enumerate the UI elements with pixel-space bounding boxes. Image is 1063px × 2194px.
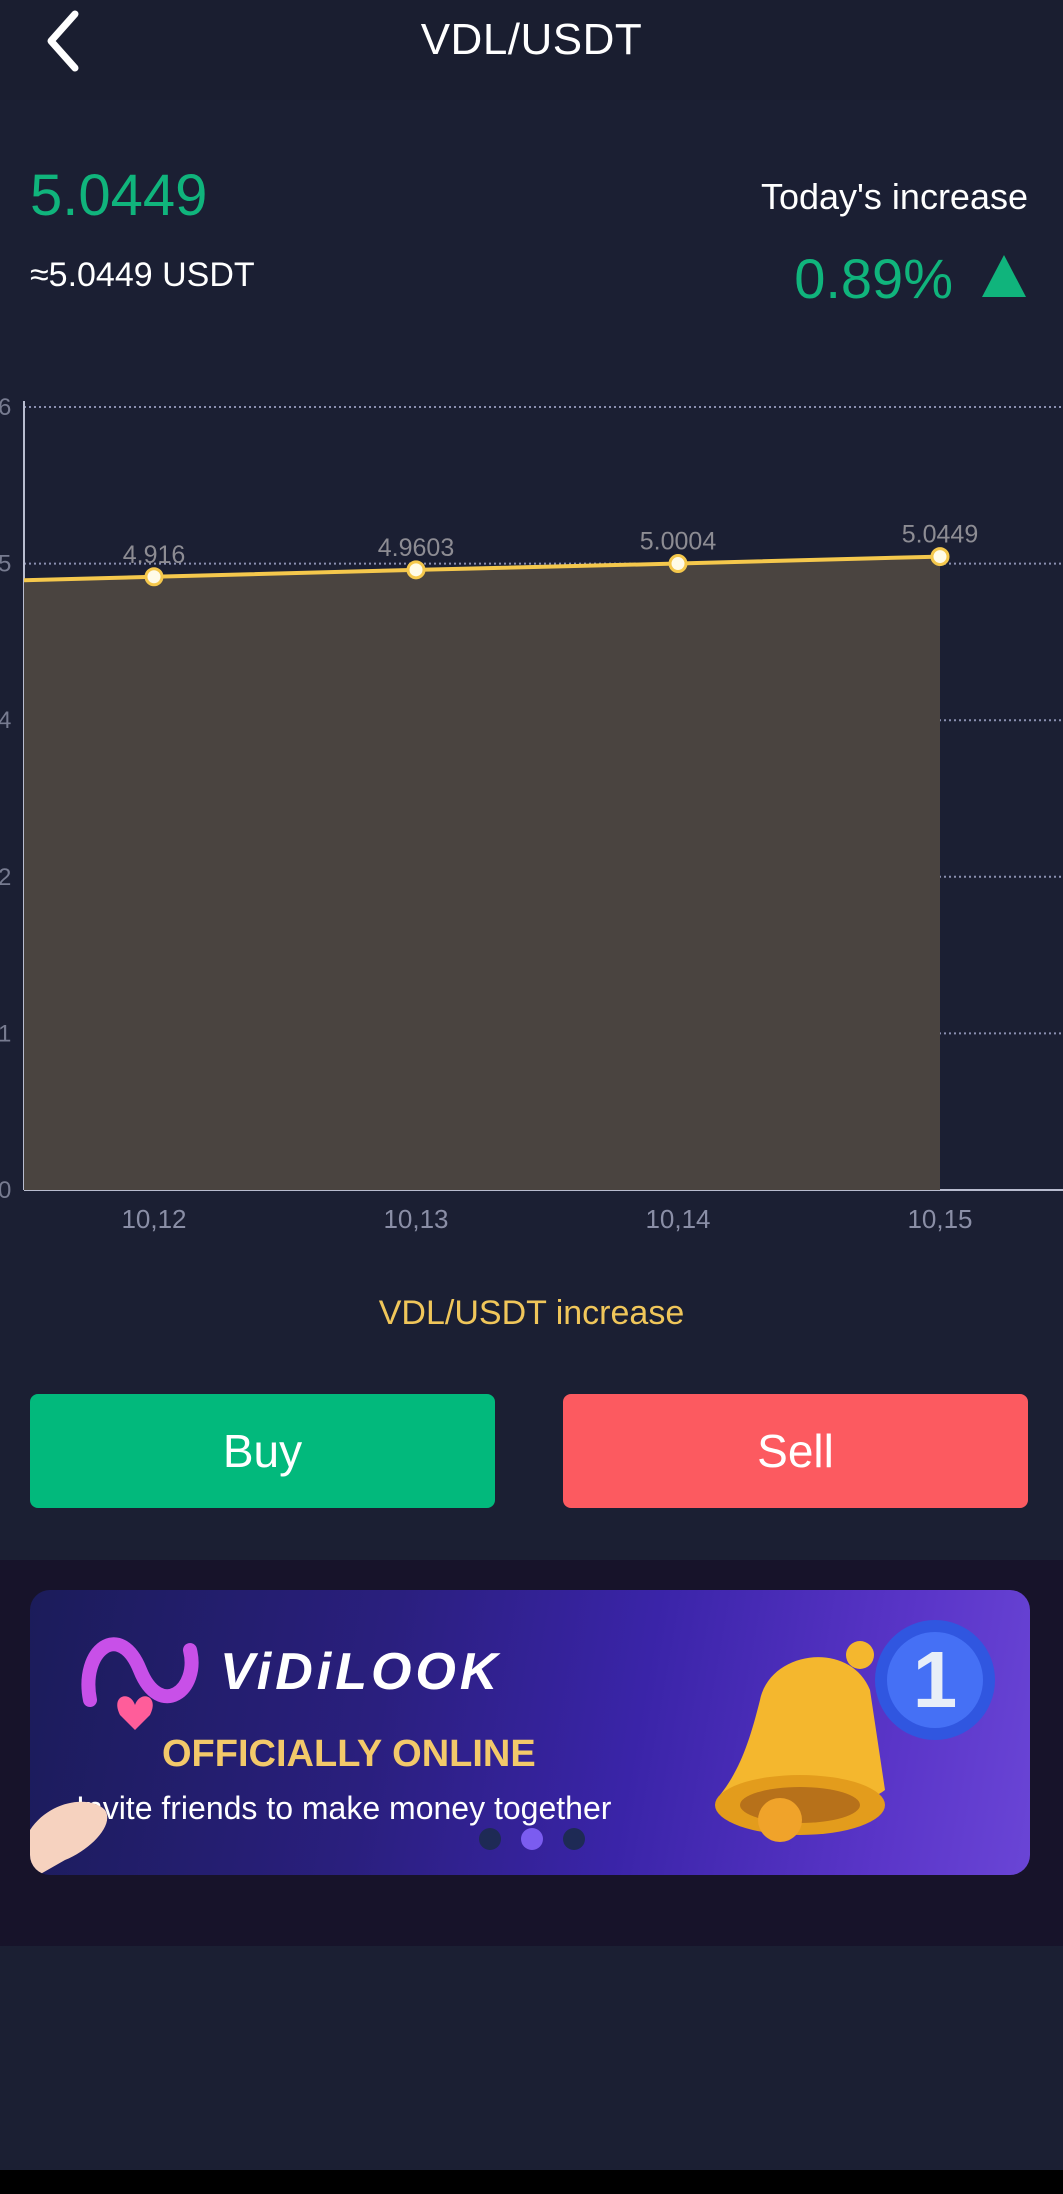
- pagination-dot[interactable]: [562, 1828, 585, 1850]
- svg-text:1: 1: [913, 1635, 958, 1724]
- data-point: [668, 554, 688, 574]
- chart-svg: 0 1 2 4 5 6 4.916 10,12 4.9603 10,13 5.0004 10,14 5.…: [0, 394, 1063, 1234]
- x-tick-label: 10,14: [645, 1204, 710, 1234]
- data-label: 4.9603: [378, 534, 454, 562]
- page-title: VDL/USDT: [420, 15, 643, 64]
- y-tick-label: 2: [0, 864, 11, 891]
- x-tick-label: 10,13: [383, 1204, 448, 1234]
- back-button[interactable]: [38, 6, 88, 76]
- y-tick-label: 1: [0, 1020, 11, 1047]
- banner-subtitle: Invite friends to make money together: [76, 1790, 612, 1826]
- y-tick-label: 5: [0, 551, 11, 578]
- price-usdt-equivalent: ≈5.0449 USDT: [30, 256, 255, 294]
- price-chart: 0 1 2 4 5 6 4.916 10,12 4.9603 10,13 5.0004 10,14 5.…: [0, 394, 1063, 1255]
- y-tick-label: 0: [0, 1177, 11, 1204]
- banner-brand: ViDiLOOK: [220, 1643, 502, 1701]
- x-tick-label: 10,12: [121, 1204, 186, 1234]
- y-tick-label: 6: [0, 395, 11, 421]
- data-label: 4.916: [123, 541, 186, 569]
- buy-button[interactable]: Buy: [30, 1394, 495, 1508]
- chart-area: [24, 556, 940, 1190]
- current-price: 5.0449: [30, 162, 207, 229]
- data-point: [406, 560, 426, 580]
- data-point: [144, 567, 164, 587]
- bell-icon: 1: [715, 1620, 995, 1842]
- todays-increase-label: Today's increase: [760, 176, 1028, 217]
- banner-headline: OFFICIALLY ONLINE: [162, 1733, 536, 1775]
- hand-icon: [30, 1801, 108, 1875]
- chevron-left-icon: [47, 10, 79, 72]
- y-tick-label: 4: [0, 707, 11, 734]
- up-triangle-icon: [982, 255, 1026, 297]
- price-value: 5.0449: [30, 163, 208, 228]
- pagination-dot-active[interactable]: [520, 1828, 543, 1850]
- data-point: [930, 547, 950, 567]
- data-label: 5.0449: [902, 521, 978, 549]
- system-nav-bar: [0, 2170, 1063, 2194]
- chart-caption: VDL/USDT increase: [378, 1294, 685, 1332]
- x-tick-label: 10,15: [907, 1204, 972, 1234]
- banner-pagination: [0, 1828, 1063, 1850]
- brand-logo-icon: [81, 1637, 199, 1730]
- pagination-dot[interactable]: [478, 1828, 501, 1850]
- top-bar: VDL/USDT: [0, 0, 1063, 100]
- data-label: 5.0004: [640, 528, 717, 556]
- todays-increase-value: 0.89%: [794, 247, 953, 310]
- sell-button[interactable]: Sell: [563, 1394, 1028, 1508]
